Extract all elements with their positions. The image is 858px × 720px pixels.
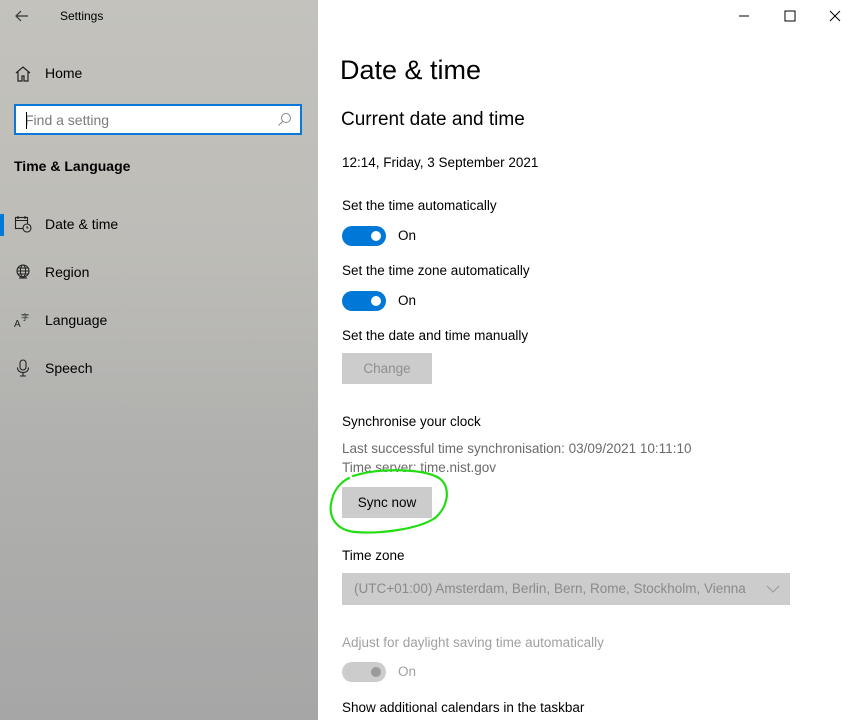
sidebar: Settings Home Time & Language Date & tim… <box>0 0 318 720</box>
last-sync-text: Last successful time synchronisation: 03… <box>342 441 692 456</box>
set-timezone-auto-toggle[interactable] <box>342 291 386 311</box>
sync-now-button[interactable]: Sync now <box>342 487 432 518</box>
timezone-value: (UTC+01:00) Amsterdam, Berlin, Bern, Rom… <box>354 581 746 596</box>
home-label: Home <box>45 65 83 81</box>
page-title: Date & time <box>340 55 482 85</box>
microphone-icon <box>16 359 30 377</box>
toggle-knob <box>371 667 381 677</box>
search-box[interactable] <box>14 104 302 135</box>
toggle-knob <box>371 231 381 241</box>
toggle-knob <box>371 296 381 306</box>
set-time-auto-state: On <box>398 228 417 243</box>
sync-title: Synchronise your clock <box>342 414 481 429</box>
current-datetime: 12:14, Friday, 3 September 2021 <box>342 155 539 170</box>
set-timezone-auto-state: On <box>398 293 417 308</box>
manual-datetime-label: Set the date and time manually <box>342 328 529 343</box>
timezone-label: Time zone <box>342 548 405 563</box>
dst-state: On <box>398 664 417 679</box>
set-time-auto-toggle[interactable] <box>342 226 386 246</box>
svg-text:A: A <box>14 319 21 329</box>
svg-text:字: 字 <box>21 312 29 322</box>
globe-icon <box>16 264 30 279</box>
sidebar-home[interactable]: Home <box>0 58 318 88</box>
sidebar-item-speech[interactable]: Speech <box>0 348 318 388</box>
dst-label: Adjust for daylight saving time automati… <box>342 635 604 650</box>
chevron-down-icon <box>766 585 780 593</box>
sidebar-item-language[interactable]: A字 Language <box>0 300 318 340</box>
selection-indicator <box>0 214 4 236</box>
search-icon[interactable] <box>277 112 292 127</box>
sidebar-item-date-time[interactable]: Date & time <box>0 204 318 244</box>
sidebar-section-title: Time & Language <box>14 158 131 174</box>
additional-calendars-label: Show additional calendars in the taskbar <box>342 700 585 715</box>
calendar-clock-icon <box>14 216 32 233</box>
sidebar-item-label: Speech <box>45 360 93 376</box>
change-button[interactable]: Change <box>342 353 432 384</box>
text-caret <box>26 112 27 129</box>
time-server-text: Time server: time.nist.gov <box>342 460 497 475</box>
back-arrow-icon <box>15 10 28 22</box>
home-icon <box>15 66 31 82</box>
sidebar-item-label: Language <box>45 312 108 328</box>
sidebar-item-region[interactable]: Region <box>0 252 318 292</box>
set-time-auto-label: Set the time automatically <box>342 198 497 213</box>
app-title: Settings <box>60 9 104 23</box>
back-button[interactable] <box>12 6 32 26</box>
timezone-dropdown[interactable]: (UTC+01:00) Amsterdam, Berlin, Bern, Rom… <box>342 573 790 605</box>
section-title: Current date and time <box>341 109 525 130</box>
search-input[interactable] <box>25 111 275 129</box>
main-content: Date & time Current date and time 12:14,… <box>318 0 858 720</box>
set-timezone-auto-label: Set the time zone automatically <box>342 263 530 278</box>
dst-toggle[interactable] <box>342 662 386 682</box>
sidebar-item-label: Date & time <box>45 216 119 232</box>
sidebar-item-label: Region <box>45 264 90 280</box>
language-icon: A字 <box>14 312 29 329</box>
